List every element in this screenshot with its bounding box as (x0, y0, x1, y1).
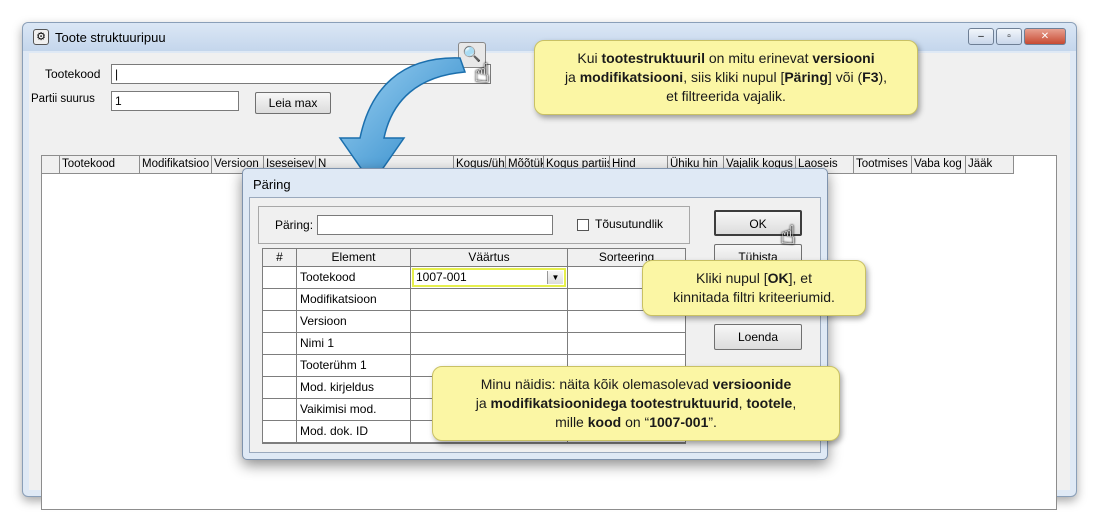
row-element: Modifikatsioon (297, 289, 411, 311)
row-num (263, 267, 297, 289)
callout-text: on “ (621, 414, 650, 430)
row-sort[interactable] (568, 333, 685, 355)
callout-example: Minu näidis: näita kõik olemasolevad ver… (432, 366, 840, 441)
paring-group: Päring: Tõusutundlik (258, 206, 690, 244)
loenda-button[interactable]: Loenda (714, 324, 802, 350)
row-value[interactable] (411, 311, 568, 333)
chevron-down-icon[interactable]: ▼ (547, 271, 563, 284)
row-element: Mod. kirjeldus (297, 377, 411, 399)
callout-bold: kood (587, 414, 622, 430)
callout-text: kinnitada filtri kriteeriumid. (673, 289, 835, 305)
criteria-header: # Element Väärtus Sorteering (263, 249, 685, 267)
tootekood-label: Tootekood (45, 67, 101, 81)
callout-text: Kliki nupul [ (696, 270, 768, 286)
row-element: Vaikimisi mod. (297, 399, 411, 421)
callout-bold: tootele (746, 395, 793, 411)
table-row[interactable]: Tootekood 1007-001 ▼ (263, 267, 685, 289)
table-row[interactable]: Versioon (263, 311, 685, 333)
callout-text: ja (475, 395, 491, 411)
table-row[interactable]: Modifikatsioon (263, 289, 685, 311)
callout-bold: 1007-001 (649, 414, 709, 430)
col-modifikatsioon[interactable]: Modifikatsioo (140, 156, 212, 174)
minimize-button[interactable]: – (968, 28, 994, 45)
callout-text: ], et (788, 270, 812, 286)
row-num (263, 399, 297, 421)
callout-bold: OK (767, 270, 789, 286)
callout-bold: modifikatsiooni (579, 69, 684, 85)
row-num (263, 355, 297, 377)
callout-bold: tootestruktuuril (601, 50, 705, 66)
dialog-title: Päring (253, 177, 291, 192)
row-element: Nimi 1 (297, 333, 411, 355)
grid-corner (42, 156, 60, 174)
maximize-button[interactable]: ▫ (996, 28, 1022, 45)
row-value[interactable] (411, 333, 568, 355)
callout-bold: versioonide (712, 376, 792, 392)
tousutundlik-label: Tõusutundlik (595, 217, 664, 231)
row-element: Tootekood (297, 267, 411, 289)
row-value[interactable] (411, 289, 568, 311)
callout-text: ”. (708, 414, 717, 430)
callout-text: Kui (577, 50, 602, 66)
callout-bold: versiooni (812, 50, 875, 66)
paring-label: Päring: (275, 218, 314, 232)
row-num (263, 421, 297, 443)
callout-text: ja (564, 69, 580, 85)
callout-bold: Päring (784, 69, 828, 85)
value-combo[interactable]: 1007-001 ▼ (412, 268, 566, 287)
value-text: 1007-001 (416, 270, 467, 284)
col-num: # (263, 249, 297, 267)
row-num (263, 289, 297, 311)
callout-bold: modifikatsioonidega tootestruktuurid (490, 395, 739, 411)
callout-text: ), (878, 69, 888, 85)
table-row[interactable]: Nimi 1 (263, 333, 685, 355)
partii-suurus-input[interactable]: 1 (111, 91, 239, 111)
tousutundlik-checkbox[interactable] (577, 219, 589, 231)
partii-suurus-label: Partii suurus (31, 93, 95, 105)
col-vaartus: Väärtus (411, 249, 568, 267)
callout-text: mille (555, 414, 588, 430)
callout-text: et filtreerida vajalik. (666, 88, 786, 104)
col-jaak[interactable]: Jääk (966, 156, 1014, 174)
hand-pointer-icon: ☝ (780, 220, 796, 250)
callout-text: on mitu erinevat (704, 50, 813, 66)
col-element: Element (297, 249, 411, 267)
col-tootekood[interactable]: Tootekood (60, 156, 140, 174)
app-icon: ⚙ (33, 29, 49, 45)
row-element: Tooterühm 1 (297, 355, 411, 377)
callout-paring: Kui tootestruktuuril on mitu erinevat ve… (534, 40, 918, 115)
callout-text: , (792, 395, 797, 411)
callout-text: Minu näidis: näita kõik olemasolevad (480, 376, 713, 392)
col-tootmises[interactable]: Tootmises (854, 156, 912, 174)
row-num (263, 333, 297, 355)
row-value-cell[interactable]: 1007-001 ▼ (411, 267, 568, 289)
callout-bold: F3 (862, 69, 879, 85)
window-title: Toote struktuuripuu (55, 30, 166, 45)
close-button[interactable]: ✕ (1024, 28, 1066, 45)
callout-ok: Kliki nupul [OK], et kinnitada filtri kr… (642, 260, 866, 316)
callout-text: , siis kliki nupul [ (683, 69, 785, 85)
row-element: Versioon (297, 311, 411, 333)
callout-text: ] või ( (827, 69, 863, 85)
row-num (263, 311, 297, 333)
col-vaba-kogus[interactable]: Vaba kog (912, 156, 966, 174)
row-element: Mod. dok. ID (297, 421, 411, 443)
paring-combo[interactable] (317, 215, 553, 235)
row-num (263, 377, 297, 399)
